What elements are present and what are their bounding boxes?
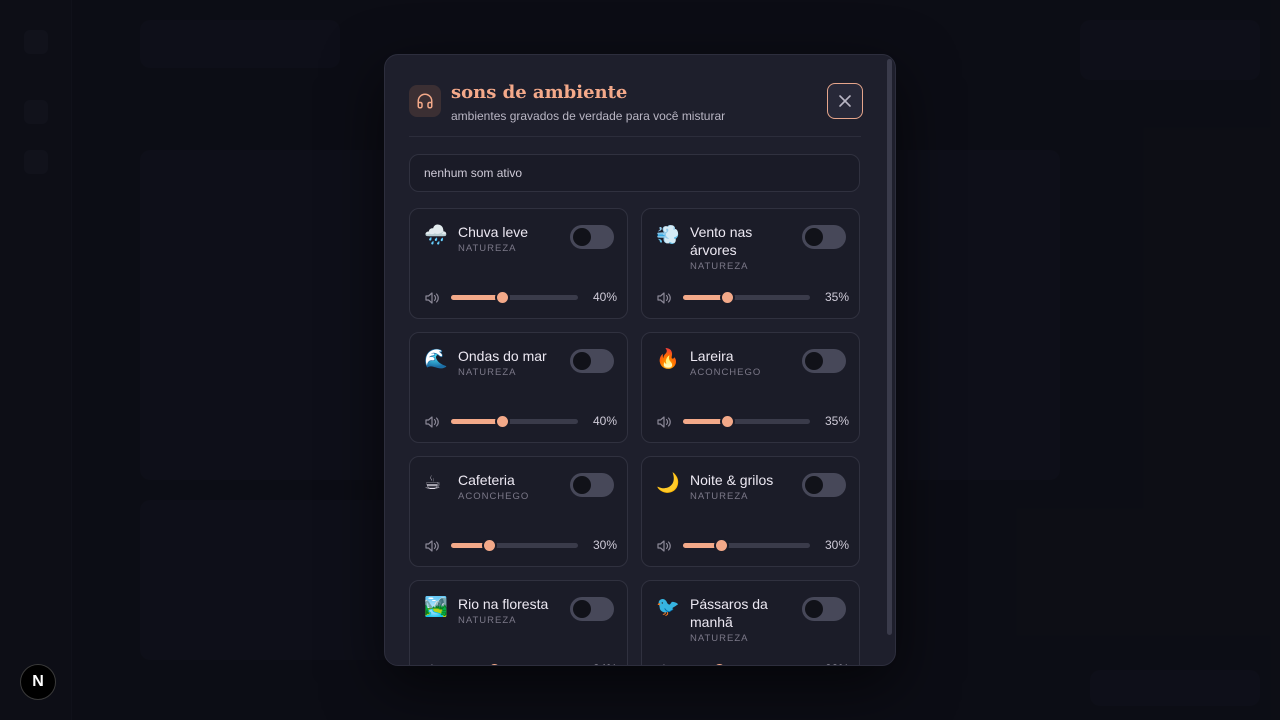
sound-card: 🏞️ Rio na floresta NATUREZA 34%: [409, 580, 628, 665]
sound-category: NATUREZA: [690, 491, 749, 502]
volume-slider-thumb[interactable]: [494, 290, 510, 305]
volume-slider[interactable]: [451, 538, 578, 553]
sound-card: ☕ Cafeteria ACONCHEGO 30%: [409, 456, 628, 567]
volume-slider-thumb[interactable]: [487, 662, 503, 665]
volume-icon: [425, 540, 439, 552]
volume-percent: 34%: [593, 662, 617, 665]
sound-emoji-icon: 🔥: [656, 348, 680, 370]
sound-card: 💨 Vento nas árvores NATUREZA 35%: [641, 208, 860, 319]
sound-name: Pássaros da manhã: [690, 596, 768, 630]
volume-icon: [425, 416, 439, 428]
volume-slider-thumb[interactable]: [482, 538, 498, 553]
sound-category: NATUREZA: [458, 367, 517, 378]
toggle-knob: [805, 476, 823, 494]
headphones-icon: [409, 85, 441, 117]
volume-slider-thumb[interactable]: [720, 414, 736, 429]
sound-toggle[interactable]: [570, 473, 614, 497]
sound-card: 🔥 Lareira ACONCHEGO 35%: [641, 332, 860, 443]
sound-emoji-icon: 🌊: [424, 348, 448, 370]
sound-name: Lareira: [690, 348, 734, 364]
sound-emoji-icon: ☕: [424, 472, 442, 494]
volume-icon: [431, 664, 433, 665]
volume-icon: [657, 292, 671, 304]
volume-percent: 35%: [824, 290, 849, 304]
sound-category: NATUREZA: [458, 615, 517, 626]
sound-grid: 🌧️ Chuva leve NATUREZA 40% 💨 Vento nas á…: [409, 208, 860, 665]
toggle-knob: [573, 228, 591, 246]
toggle-knob: [573, 476, 591, 494]
modal-title: sons de ambiente: [451, 82, 628, 103]
toggle-knob: [805, 352, 823, 370]
volume-slider[interactable]: [683, 414, 810, 429]
volume-percent: 30%: [592, 538, 617, 552]
toggle-knob: [573, 600, 591, 618]
modal-header: sons de ambiente ambientes gravados de v…: [409, 55, 863, 137]
sound-toggle[interactable]: [570, 349, 614, 373]
sound-category: NATUREZA: [690, 261, 749, 272]
ambient-sounds-modal: sons de ambiente ambientes gravados de v…: [384, 54, 896, 666]
sound-category: NATUREZA: [690, 633, 749, 644]
sound-name: Cafeteria: [458, 472, 515, 488]
sound-name: Chuva leve: [458, 224, 529, 240]
modal-scrollbar[interactable]: [887, 59, 892, 635]
volume-percent: 28%: [825, 662, 849, 665]
volume-percent: 40%: [592, 290, 617, 304]
sound-emoji-icon: 🌧️: [424, 224, 448, 246]
dev-indicator-button[interactable]: N: [20, 664, 56, 700]
volume-slider[interactable]: [451, 290, 578, 305]
modal-subtitle: ambientes gravados de verdade para você …: [451, 109, 726, 123]
volume-slider-thumb[interactable]: [494, 414, 510, 429]
sound-category: ACONCHEGO: [458, 491, 530, 502]
volume-icon: [657, 540, 671, 552]
volume-slider[interactable]: [683, 538, 810, 553]
sound-card: 🌙 Noite & grilos NATUREZA 30%: [641, 456, 860, 567]
sound-toggle[interactable]: [570, 225, 614, 249]
dev-indicator-label: N: [32, 673, 44, 690]
toggle-knob: [573, 352, 591, 370]
volume-slider-thumb[interactable]: [711, 662, 727, 665]
sound-toggle[interactable]: [570, 597, 614, 621]
volume-percent: 35%: [824, 414, 849, 428]
modal-content: sons de ambiente ambientes gravados de v…: [409, 55, 863, 665]
sound-emoji-icon: 🐦: [656, 596, 680, 618]
sound-name: Vento nas árvores: [690, 224, 753, 258]
toggle-knob: [805, 600, 823, 618]
active-sounds-status: nenhum som ativo: [409, 154, 860, 192]
close-icon: [839, 95, 851, 107]
sound-toggle[interactable]: [802, 225, 846, 249]
toggle-knob: [805, 228, 823, 246]
sound-name: Noite & grilos: [690, 472, 774, 488]
sound-name: Rio na floresta: [458, 596, 549, 612]
sound-emoji-icon: 🏞️: [424, 596, 448, 618]
close-button[interactable]: [827, 83, 863, 119]
sound-category: ACONCHEGO: [690, 367, 762, 378]
volume-icon: [657, 416, 671, 428]
sound-toggle[interactable]: [802, 349, 846, 373]
sound-toggle[interactable]: [802, 597, 846, 621]
volume-slider-thumb[interactable]: [720, 290, 736, 305]
sound-category: NATUREZA: [458, 243, 517, 254]
sound-card: 🌧️ Chuva leve NATUREZA 40%: [409, 208, 628, 319]
volume-slider[interactable]: [451, 414, 578, 429]
sound-emoji-icon: 🌙: [656, 472, 680, 494]
volume-icon: [663, 664, 665, 665]
sound-toggle[interactable]: [802, 473, 846, 497]
volume-icon: [425, 292, 439, 304]
sound-card: 🌊 Ondas do mar NATUREZA 40%: [409, 332, 628, 443]
sound-emoji-icon: 💨: [656, 224, 680, 246]
volume-slider-thumb[interactable]: [714, 538, 730, 553]
sound-card: 🐦 Pássaros da manhã NATUREZA 28%: [641, 580, 860, 665]
volume-percent: 40%: [592, 414, 617, 428]
sound-name: Ondas do mar: [458, 348, 547, 364]
volume-percent: 30%: [824, 538, 849, 552]
volume-slider[interactable]: [683, 290, 810, 305]
